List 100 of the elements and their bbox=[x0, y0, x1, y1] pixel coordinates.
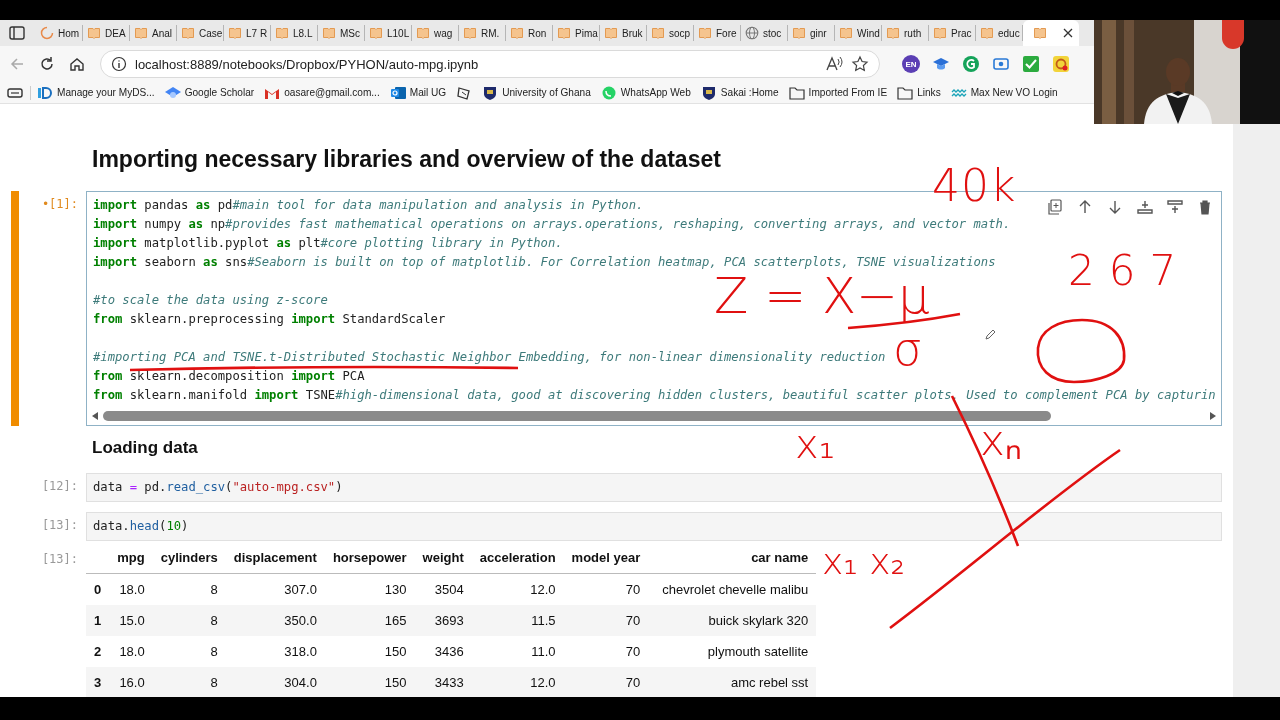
code-line: import numpy as np#provides fast mathematical operations on arrays.operations, reshaping, converting arrays, and vector math. bbox=[93, 216, 1011, 233]
row-index: 3 bbox=[86, 667, 110, 697]
notebook-icon bbox=[886, 26, 900, 40]
table-cell: 70 bbox=[563, 605, 649, 636]
table-cell: buick skylark 320 bbox=[648, 605, 817, 636]
bookmark[interactable]: Imported From IE bbox=[788, 85, 888, 100]
pencil-cursor-icon bbox=[985, 328, 997, 340]
browser-tab[interactable]: RM. bbox=[459, 25, 506, 41]
extension-icon[interactable] bbox=[1052, 55, 1070, 73]
info-icon[interactable] bbox=[111, 56, 127, 72]
table-cell: 165 bbox=[324, 605, 415, 636]
bookmark[interactable]: Max New VO Login bbox=[950, 85, 1058, 100]
browser-tab[interactable]: Pima bbox=[553, 25, 600, 41]
extension-badge[interactable]: EN bbox=[902, 55, 920, 73]
browser-tab[interactable]: socp bbox=[647, 25, 694, 41]
reload-icon[interactable] bbox=[38, 55, 56, 73]
handwritten-note: 40k bbox=[932, 164, 1017, 208]
table-cell: 11.5 bbox=[471, 605, 564, 636]
browser-tab[interactable]: Case bbox=[177, 25, 224, 41]
insert-above-icon[interactable] bbox=[1137, 199, 1153, 215]
notebook-icon bbox=[416, 26, 430, 40]
bookmark[interactable]: oasare@gmail.com... bbox=[264, 85, 380, 100]
browser-tab[interactable]: MSc bbox=[318, 25, 365, 41]
table-cell: 8 bbox=[152, 605, 226, 636]
code-cell[interactable]: data = pd.read_csv("auto-mpg.csv") bbox=[86, 473, 1222, 502]
checkmark-icon[interactable] bbox=[1022, 55, 1040, 73]
url-text: localhost:8889/notebooks/Dropbox/PYHON/auto-mpg.ipynb bbox=[135, 56, 479, 72]
bookmark-icon[interactable] bbox=[456, 85, 473, 100]
handwritten-note: x₁ x₂ bbox=[822, 544, 905, 580]
table-cell: 8 bbox=[152, 636, 226, 667]
arrow-down-icon[interactable] bbox=[1107, 199, 1123, 215]
table-cell: 304.0 bbox=[225, 667, 325, 697]
browser-tab[interactable]: Hom bbox=[36, 25, 83, 41]
code-line: import seaborn as sns#Seaborn is built on top of matplotlib. For Correlation heatmap, PCA scatterplots, TSNE visualizations bbox=[93, 254, 996, 271]
browser-tab[interactable]: Prac bbox=[929, 25, 976, 41]
browser-tab[interactable]: L8.L bbox=[271, 25, 318, 41]
handwritten-note: 267 bbox=[1068, 250, 1191, 292]
bookmark[interactable]: Google Scholar bbox=[164, 85, 255, 100]
globe-icon bbox=[745, 26, 759, 40]
notebook-icon bbox=[275, 26, 289, 40]
scroll-right-icon[interactable] bbox=[1209, 411, 1217, 421]
browser-tab[interactable]: Wind bbox=[835, 25, 882, 41]
notebook-icon bbox=[87, 26, 101, 40]
folder-icon bbox=[788, 85, 805, 100]
code-cell[interactable]: data.head(10) bbox=[86, 512, 1222, 541]
cell-prompt: [13]: bbox=[41, 518, 78, 532]
browser-tab[interactable]: ruth bbox=[882, 25, 929, 41]
table-cell: 307.0 bbox=[225, 573, 325, 605]
column-header: model year bbox=[563, 542, 649, 574]
browser-tab[interactable]: wag bbox=[412, 25, 459, 41]
notebook-icon bbox=[980, 26, 994, 40]
bookmark[interactable]: Manage your MyDS... bbox=[37, 85, 155, 100]
insert-below-icon[interactable] bbox=[1167, 199, 1183, 215]
code-line: data.head(10) bbox=[93, 518, 189, 535]
browser-tab[interactable]: stoc bbox=[741, 25, 788, 41]
close-icon[interactable] bbox=[1063, 28, 1073, 38]
star-icon[interactable] bbox=[851, 55, 869, 73]
home-icon[interactable] bbox=[68, 55, 86, 73]
browser-tab[interactable]: educ bbox=[976, 25, 1023, 41]
code-line: from sklearn.manifold import TSNE#high-dimensional data, good at discovering hidden clusters, beautiful scatter plots, Used to complement PCA by capturin bbox=[93, 387, 1216, 404]
trash-icon[interactable] bbox=[1197, 199, 1213, 215]
table-cell: 18.0 bbox=[109, 636, 153, 667]
table-cell: 150 bbox=[324, 667, 415, 697]
bookmark[interactable]: Sakai :Home bbox=[700, 85, 779, 100]
notebook-icon bbox=[510, 26, 524, 40]
table-cell: plymouth satellite bbox=[648, 636, 817, 667]
section-heading: Loading data bbox=[92, 437, 198, 459]
table-cell: 350.0 bbox=[225, 605, 325, 636]
crest-icon bbox=[700, 85, 717, 100]
duplicate-icon[interactable] bbox=[1047, 199, 1063, 215]
tab-actions-icon[interactable] bbox=[8, 24, 26, 42]
browser-tab[interactable]: L7 R bbox=[224, 25, 271, 41]
screen-record-icon[interactable] bbox=[992, 55, 1010, 73]
bookmark[interactable]: WhatsApp Web bbox=[600, 85, 691, 100]
table-cell: 16.0 bbox=[109, 667, 153, 697]
cell-prompt: •[1]: bbox=[41, 197, 78, 211]
bookmark[interactable]: Mail UG bbox=[389, 85, 447, 100]
address-bar[interactable]: localhost:8889/notebooks/Dropbox/PYHON/auto-mpg.ipynb bbox=[100, 50, 880, 78]
column-header: mpg bbox=[109, 542, 153, 574]
notebook-icon bbox=[792, 26, 806, 40]
scroll-left-icon[interactable] bbox=[91, 411, 99, 421]
grammar-icon[interactable] bbox=[962, 55, 980, 73]
collections-icon[interactable] bbox=[6, 85, 24, 100]
bookmark[interactable]: Links bbox=[897, 85, 941, 100]
loading-icon bbox=[40, 26, 54, 40]
read-aloud-icon[interactable] bbox=[825, 55, 843, 73]
browser-tab[interactable]: DEA bbox=[83, 25, 130, 41]
table-cell: 8 bbox=[152, 667, 226, 697]
arrow-up-icon[interactable] bbox=[1077, 199, 1093, 215]
scrollbar-track[interactable] bbox=[1233, 124, 1280, 697]
browser-tab[interactable]: Fore bbox=[694, 25, 741, 41]
bookmark[interactable]: University of Ghana bbox=[482, 85, 591, 100]
table-cell: amc rebel sst bbox=[648, 667, 817, 697]
logo-icon bbox=[37, 85, 53, 100]
browser-tab[interactable]: Ron bbox=[506, 25, 553, 41]
browser-tab[interactable]: L10L bbox=[365, 25, 412, 41]
browser-tab[interactable]: Anal bbox=[130, 25, 177, 41]
browser-tab[interactable]: ginr bbox=[788, 25, 835, 41]
browser-tab[interactable]: Bruk bbox=[600, 25, 647, 41]
scrollbar-thumb[interactable] bbox=[103, 411, 1051, 421]
